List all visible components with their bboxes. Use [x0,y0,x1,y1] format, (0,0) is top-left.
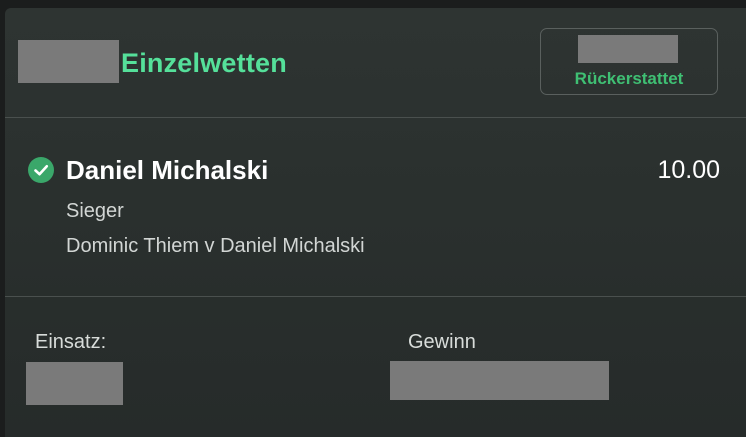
stake-label: Einsatz: [35,331,107,353]
market-name: Sieger [66,200,124,222]
check-circle-icon [28,157,54,183]
refund-status-button[interactable]: Rückerstattet [540,28,718,95]
redacted-bet-type-prefix [18,40,119,83]
bet-card: Einzelwetten Rückerstattet Daniel Michal… [5,8,746,437]
redacted-status-value [578,35,678,63]
redacted-return-value [390,361,609,400]
return-label: Gewinn [408,331,476,353]
redacted-stake-value [26,362,123,405]
event-name: Dominic Thiem v Daniel Michalski [66,235,365,257]
status-label: Rückerstattet [574,69,684,88]
header-divider [5,117,746,118]
bet-type-title: Einzelwetten [121,48,287,78]
selection-name: Daniel Michalski [66,155,269,185]
footer-divider [5,296,746,297]
odds-value: 10.00 [657,156,720,184]
